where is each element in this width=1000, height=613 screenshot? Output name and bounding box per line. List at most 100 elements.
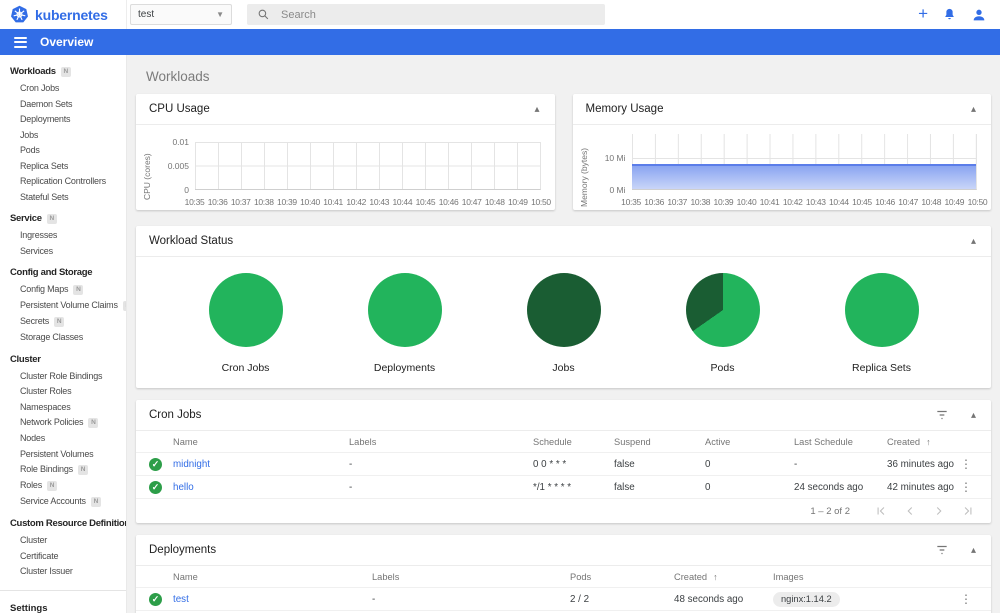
column-header[interactable]: Name <box>173 572 372 582</box>
sidebar-entry[interactable]: Namespaces <box>0 400 126 416</box>
table-row[interactable]: ✓ midnight - 0 0 * * * false 0 - 36 minu… <box>136 453 991 476</box>
active-cell: 0 <box>705 481 711 493</box>
menu-hamburger-icon[interactable] <box>14 36 27 48</box>
first-page-icon[interactable] <box>874 504 888 518</box>
sidebar-entry[interactable]: Custom Resource Definitions <box>0 510 126 533</box>
sidebar-entry[interactable]: Persistent Volumes <box>0 447 126 463</box>
sidebar-entry[interactable]: Replica Sets <box>0 159 126 175</box>
row-menu-icon[interactable]: ⋮ <box>954 457 978 471</box>
column-header[interactable]: Labels <box>372 572 570 582</box>
sidebar-entry-label: Config Maps <box>20 284 69 295</box>
row-menu-icon[interactable]: ⋮ <box>954 592 978 606</box>
previous-page-icon[interactable] <box>903 504 917 518</box>
column-header[interactable]: Images <box>773 572 954 582</box>
gridline-10mi <box>631 158 976 160</box>
sidebar-entry[interactable]: Persistent Volume Claims N <box>0 298 126 314</box>
filter-icon[interactable] <box>935 408 949 422</box>
sidebar-entry[interactable]: Jobs <box>0 128 126 144</box>
sidebar-entry[interactable]: Deployments <box>0 112 126 128</box>
table-row[interactable]: ✓ test - 2 / 2 48 seconds ago nginx:1.14… <box>136 588 991 611</box>
sidebar-entry[interactable]: Settings <box>0 594 126 613</box>
cpu-chart: 0.01 0.005 0 10:35 10:36 10:37 10:38 10:39 10… <box>155 130 551 208</box>
sidebar-entry[interactable]: Services <box>0 244 126 260</box>
column-header[interactable]: Created ↑ <box>887 437 954 447</box>
namespaced-badge: N <box>90 497 101 507</box>
create-resource-icon[interactable]: + <box>918 5 928 22</box>
pie-chart[interactable] <box>844 273 919 347</box>
column-header[interactable]: Created ↑ <box>674 572 773 582</box>
sidebar-entry[interactable] <box>0 589 126 591</box>
pie-chart[interactable] <box>208 273 283 347</box>
sidebar-entry[interactable]: Config and Storage <box>0 259 126 282</box>
column-header[interactable]: Name <box>173 437 349 447</box>
sidebar-entry-label: Pods <box>20 145 40 155</box>
x-tick: 10:40 <box>300 197 320 207</box>
cron-jobs-table-body: ✓ midnight - 0 0 * * * false 0 - 36 minu… <box>136 453 991 499</box>
sidebar-entry[interactable]: Cron Jobs <box>0 81 126 97</box>
sidebar-entry[interactable]: Replication Controllers <box>0 174 126 190</box>
row-menu-icon[interactable]: ⋮ <box>954 480 978 494</box>
sidebar-entry[interactable]: Cluster Role Bindings <box>0 369 126 385</box>
column-header[interactable]: Suspend <box>614 437 705 447</box>
collapse-icon[interactable]: ▴ <box>532 104 541 115</box>
sidebar-entry-label: Persistent Volume Claims <box>20 300 118 311</box>
namespace-selector[interactable]: test ▼ <box>130 4 232 25</box>
column-header[interactable]: Labels <box>349 437 533 447</box>
chevron-down-icon: ▼ <box>216 10 224 19</box>
y-tick: 0.01 <box>172 137 189 147</box>
collapse-icon[interactable]: ▴ <box>969 410 978 421</box>
sidebar-entry[interactable]: Pods <box>0 143 126 159</box>
sidebar-entry[interactable]: Cluster <box>0 533 126 549</box>
sidebar-entry[interactable]: Secrets N <box>0 314 126 330</box>
x-tick: 10:38 <box>253 197 274 207</box>
kubernetes-logo[interactable]: kubernetes <box>0 0 127 29</box>
pie-chart[interactable] <box>685 273 760 347</box>
collapse-icon[interactable]: ▴ <box>969 545 978 556</box>
sidebar-entry[interactable]: Nodes <box>0 431 126 447</box>
sidebar-entry[interactable]: Config Maps N <box>0 282 126 298</box>
notifications-bell-icon[interactable] <box>942 7 957 22</box>
sidebar-entry[interactable]: Storage Classes <box>0 330 126 346</box>
pie-chart[interactable] <box>526 273 601 347</box>
collapse-icon[interactable]: ▴ <box>969 236 978 247</box>
resource-name-link[interactable]: test <box>173 594 372 605</box>
table-row[interactable]: ✓ hello - */1 * * * * false 0 24 seconds… <box>136 476 991 499</box>
status-cell: ✓ <box>149 480 173 494</box>
card-title: Memory Usage <box>585 103 664 115</box>
search-input[interactable] <box>279 7 595 22</box>
search-bar[interactable] <box>247 4 605 25</box>
sidebar-entry[interactable]: Service N <box>0 205 126 228</box>
sidebar-entry[interactable]: Stateful Sets <box>0 190 126 206</box>
namespaced-badge: N <box>60 66 71 77</box>
sidebar-entry[interactable]: Network Policies N <box>0 415 126 431</box>
sidebar-entry[interactable]: Cluster Issuer <box>0 564 126 580</box>
resource-name-link[interactable]: midnight <box>173 459 349 470</box>
sidebar-entry[interactable]: Workloads N <box>0 58 126 81</box>
user-account-icon[interactable] <box>971 7 987 23</box>
sidebar-entry[interactable]: Role Bindings N <box>0 462 126 478</box>
sidebar-entry[interactable]: Service Accounts N <box>0 494 126 510</box>
schedule-cell: */1 * * * * <box>533 481 572 493</box>
next-page-icon[interactable] <box>932 504 946 518</box>
column-header[interactable]: Last Schedule <box>794 437 887 447</box>
collapse-icon[interactable]: ▴ <box>969 104 978 115</box>
sidebar-entry[interactable]: Cluster Roles <box>0 384 126 400</box>
pods-cell: 2 / 2 <box>570 593 590 605</box>
x-tick: 10:47 <box>898 197 919 207</box>
column-header[interactable]: Pods <box>570 572 674 582</box>
status-ok-icon: ✓ <box>149 480 162 494</box>
sidebar-entry[interactable]: Certificate <box>0 549 126 565</box>
sidebar-entry[interactable]: Daemon Sets <box>0 97 126 113</box>
last-page-icon[interactable] <box>961 504 975 518</box>
sidebar-entry[interactable]: Roles N <box>0 478 126 494</box>
status-cell: ✓ <box>149 592 173 606</box>
filter-icon[interactable] <box>935 543 949 557</box>
sidebar-entry[interactable]: Cluster <box>0 346 126 369</box>
created-cell: 48 seconds ago <box>674 593 744 605</box>
pie-chart[interactable] <box>367 273 442 347</box>
column-header[interactable]: Active <box>705 437 794 447</box>
column-header[interactable]: Schedule <box>533 437 614 447</box>
pagination-range: 1 – 2 of 2 <box>810 505 850 517</box>
resource-name-link[interactable]: hello <box>173 482 349 493</box>
sidebar-entry[interactable]: Ingresses <box>0 228 126 244</box>
